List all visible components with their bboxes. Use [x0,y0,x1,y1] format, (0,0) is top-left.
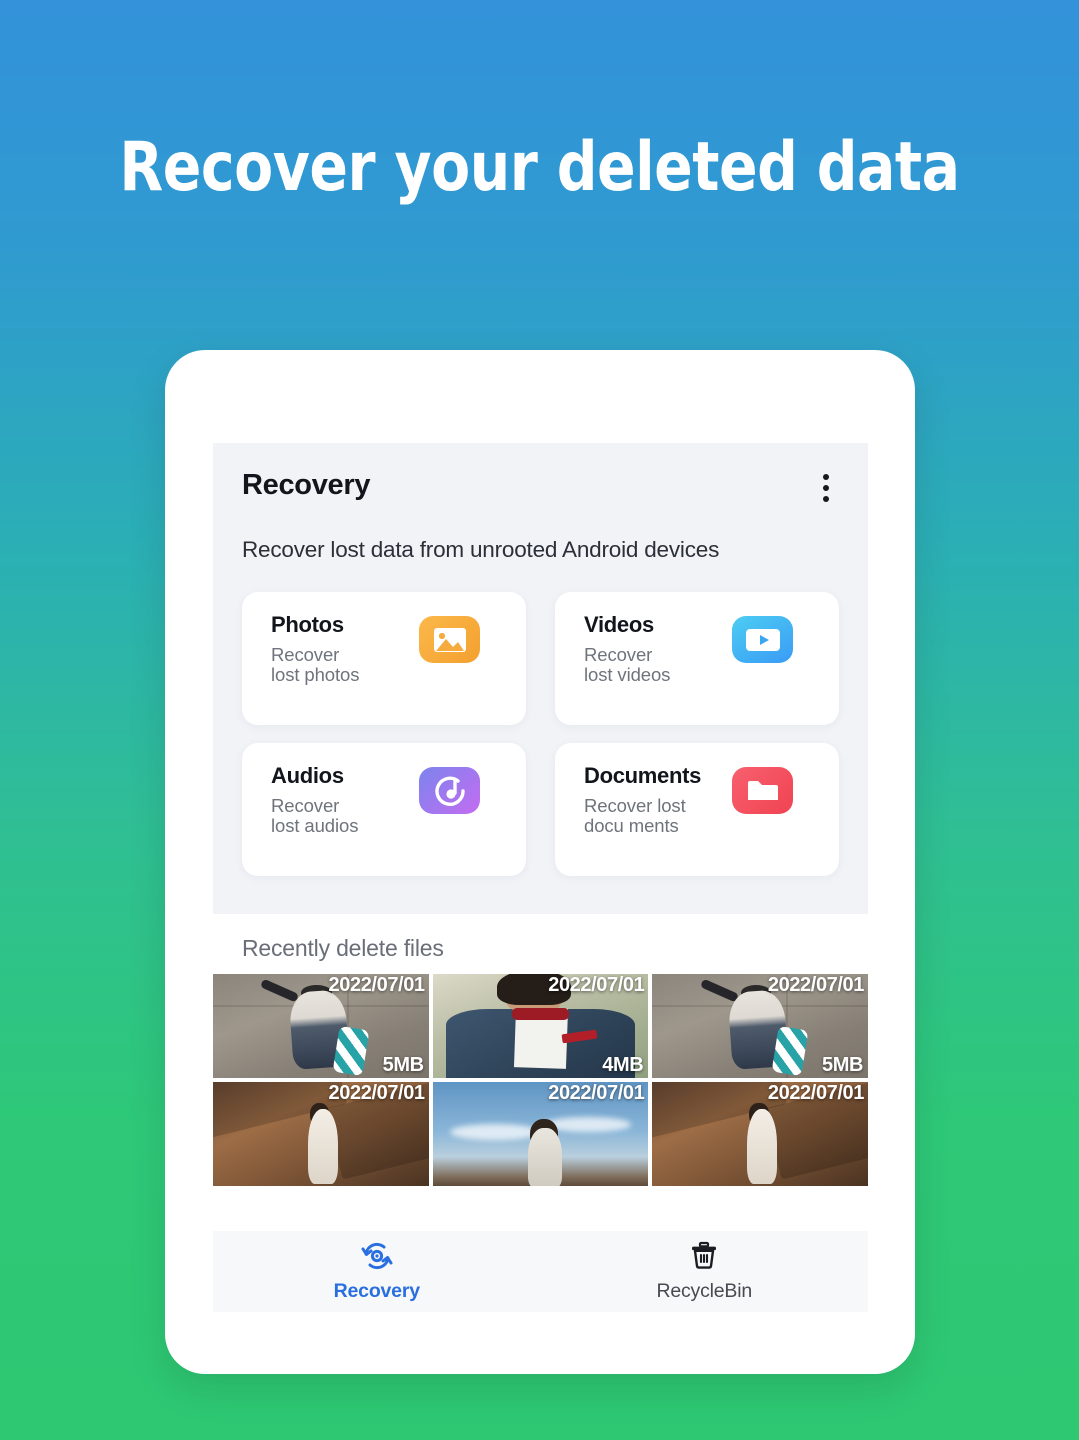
feature-grid: Photos Recover lost photos Videos Recove… [242,592,839,876]
feature-description: Recover lost photos [271,644,360,685]
feature-card-documents[interactable]: Documents Recover lost docu ments [555,743,839,876]
image-icon [419,616,480,663]
recent-file-thumbnail[interactable]: 2022/07/01 5MB [213,974,429,1078]
file-date: 2022/07/01 [328,1082,426,1104]
page-title: Recover your deleted data [119,128,960,207]
recent-files-grid: 2022/07/01 5MB 2022/07/01 4MB 2022/07/01 [213,974,868,1186]
file-date: 2022/07/01 [548,974,645,996]
app-header: Recovery [242,469,839,503]
feature-description: Recover lost docu ments [584,795,686,836]
feature-card-videos[interactable]: Videos Recover lost videos [555,592,839,725]
feature-card-photos[interactable]: Photos Recover lost photos [242,592,526,725]
app-subtitle: Recover lost data from unrooted Android … [242,537,720,562]
music-icon [419,767,480,814]
folder-icon [732,767,793,814]
phone-mockup-frame: Recovery Recover lost data from unrooted… [165,350,915,1374]
feature-description: Recover lost audios [271,795,359,836]
app-title: Recovery [242,469,371,501]
nav-label: RecycleBin [656,1279,753,1302]
recovery-refresh-icon [360,1241,394,1276]
feature-card-audios[interactable]: Audios Recover lost audios [242,743,526,876]
nav-item-recyclebin[interactable]: RecycleBin [541,1231,869,1312]
recent-files-title: Recently delete files [242,935,444,961]
nav-item-recovery[interactable]: Recovery [213,1231,541,1312]
nav-label: Recovery [333,1279,420,1302]
recent-file-thumbnail[interactable]: 2022/07/01 [213,1082,429,1186]
app-screen: Recovery Recover lost data from unrooted… [213,443,868,1312]
file-date: 2022/07/01 [767,1082,865,1104]
recent-file-thumbnail[interactable]: 2022/07/01 4MB [432,974,649,1078]
file-date: 2022/07/01 [328,974,426,996]
video-icon [732,616,793,663]
bottom-navigation: Recovery RecycleBin [213,1231,868,1312]
trash-icon [688,1241,720,1276]
file-date: 2022/07/01 [767,974,865,996]
recent-file-thumbnail[interactable]: 2022/07/01 [432,1082,649,1186]
recovery-panel: Recovery Recover lost data from unrooted… [213,443,868,914]
file-date: 2022/07/01 [548,1082,645,1104]
file-size: 5MB [382,1054,424,1076]
recent-file-thumbnail[interactable]: 2022/07/01 [652,1082,868,1186]
file-size: 4MB [602,1054,644,1076]
kebab-menu-icon[interactable] [813,469,839,503]
recent-file-thumbnail[interactable]: 2022/07/01 5MB [652,974,868,1078]
file-size: 5MB [821,1054,863,1076]
feature-description: Recover lost videos [584,644,671,685]
